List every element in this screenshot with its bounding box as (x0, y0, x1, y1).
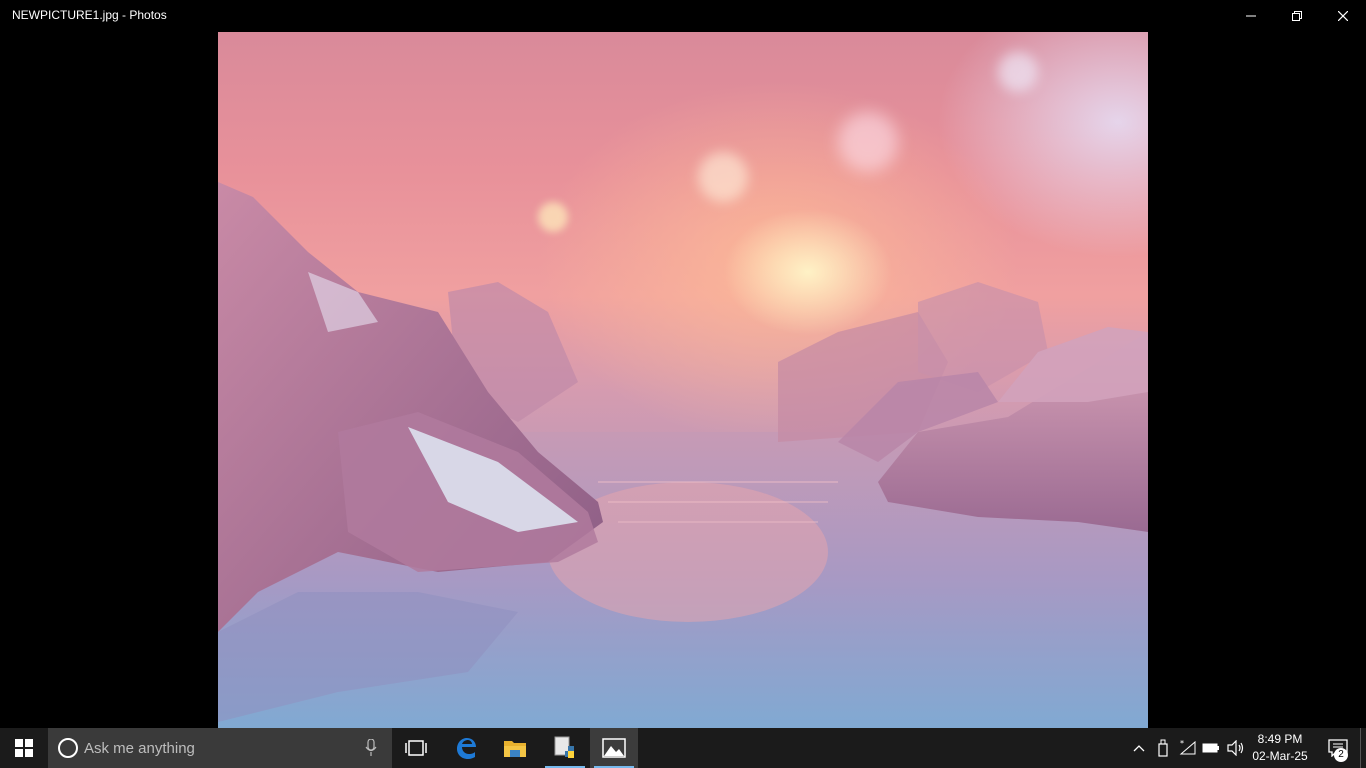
battery-tray-button[interactable] (1200, 728, 1222, 768)
clock-time: 8:49 PM (1257, 732, 1303, 746)
edge-button[interactable] (442, 728, 490, 768)
task-view-icon (405, 740, 427, 756)
photos-icon (602, 738, 626, 758)
battery-icon (1202, 743, 1219, 753)
svg-text:*: * (1180, 740, 1184, 748)
volume-tray-button[interactable] (1224, 728, 1248, 768)
taskbar: Ask me anything * 8:49 PM 02-Mar-25 (0, 728, 1366, 768)
task-view-button[interactable] (392, 728, 440, 768)
notification-count-badge: 2 (1334, 748, 1348, 762)
close-button[interactable] (1320, 0, 1366, 32)
windows-logo-icon (15, 739, 33, 757)
file-explorer-button[interactable] (491, 728, 539, 768)
usb-tray-button[interactable] (1152, 728, 1174, 768)
window-title: NEWPICTURE1.jpg - Photos (12, 8, 167, 22)
usb-icon (1158, 739, 1168, 757)
search-placeholder: Ask me anything (84, 740, 195, 757)
clock-date: 02-Mar-25 (1252, 749, 1308, 763)
edge-icon (457, 738, 476, 759)
minimize-button[interactable] (1228, 0, 1274, 32)
restore-button[interactable] (1274, 0, 1320, 32)
python-button[interactable] (541, 728, 589, 768)
folder-icon (504, 741, 526, 757)
restore-icon (1292, 11, 1302, 21)
clock[interactable]: 8:49 PM 02-Mar-25 (1248, 731, 1312, 765)
ice-scene (218, 182, 1148, 728)
cortana-circle-icon (58, 738, 78, 758)
microphone-icon[interactable] (365, 739, 377, 757)
search-box[interactable]: Ask me anything (48, 728, 392, 768)
title-bar: NEWPICTURE1.jpg - Photos (0, 0, 1366, 32)
show-hidden-icons-button[interactable] (1128, 728, 1150, 768)
photo-image[interactable] (218, 32, 1148, 728)
wifi-tray-button[interactable]: * (1176, 728, 1200, 768)
show-desktop-button[interactable] (1360, 728, 1366, 768)
chevron-up-icon (1133, 745, 1145, 752)
python-icon (554, 736, 574, 758)
photos-button[interactable] (590, 728, 638, 768)
minimize-icon (1246, 15, 1256, 17)
wifi-icon: * (1179, 740, 1196, 755)
start-button[interactable] (0, 728, 48, 768)
close-icon (1338, 11, 1348, 21)
volume-icon (1227, 740, 1244, 756)
